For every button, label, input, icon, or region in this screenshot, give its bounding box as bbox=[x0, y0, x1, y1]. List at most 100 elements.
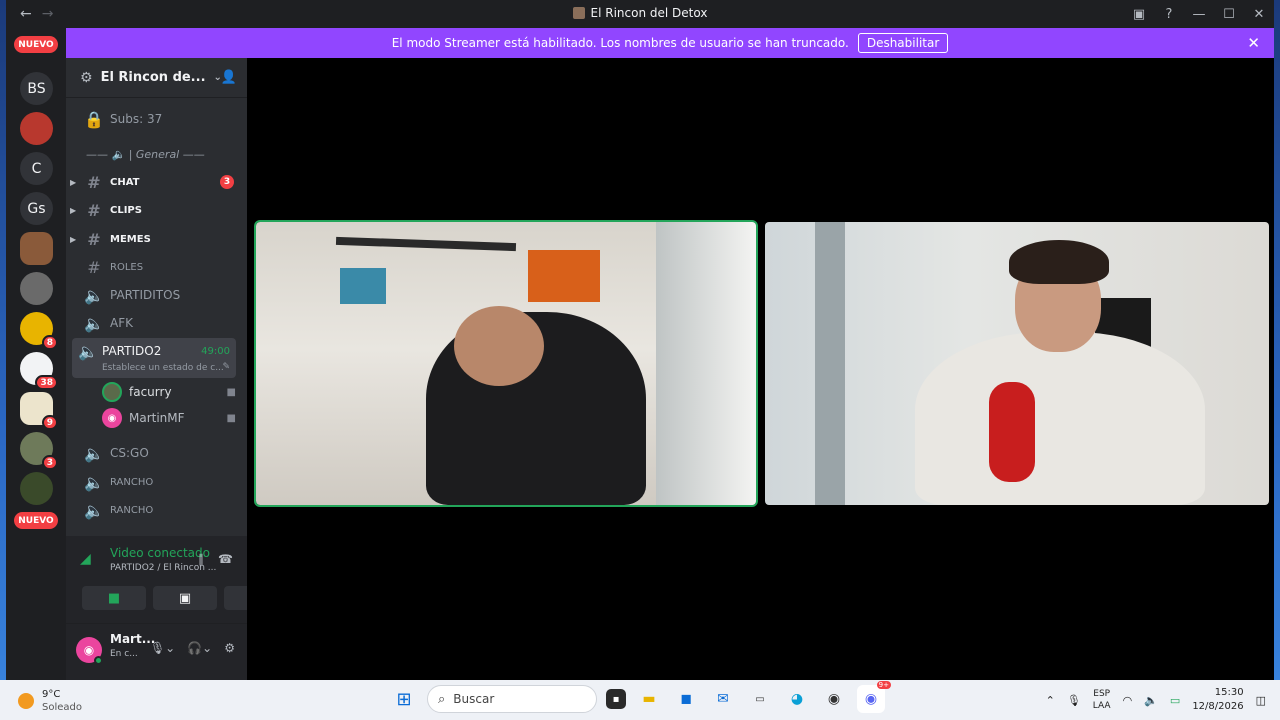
server-icon bbox=[572, 7, 585, 19]
hash-icon: # bbox=[87, 200, 101, 220]
server-list: NUEVO BS C Gs 8 38 9 3 NUEVO bbox=[6, 28, 66, 680]
headphones-icon[interactable]: 🎧⌄ bbox=[187, 641, 212, 655]
close-button[interactable]: ✕ bbox=[1244, 7, 1274, 22]
volume-icon[interactable]: 🔈 bbox=[1144, 694, 1158, 707]
help-icon[interactable]: ? bbox=[1154, 7, 1184, 22]
channel-rancho-2[interactable]: 🔈 RANCHO bbox=[76, 497, 246, 523]
category-general[interactable]: —— 🔈 | General —— bbox=[86, 148, 205, 161]
store-icon[interactable]: ◼ bbox=[672, 685, 700, 713]
screen-share-button[interactable]: ▣ bbox=[153, 586, 217, 610]
guild-label: C bbox=[31, 160, 42, 177]
new-badge: NUEVO bbox=[14, 512, 58, 529]
channel-roles[interactable]: # ROLES bbox=[76, 254, 246, 280]
channel-label: ROLES bbox=[110, 261, 144, 273]
channel-subs[interactable]: 🔒 Subs: 37 bbox=[76, 106, 246, 132]
channel-afk[interactable]: 🔈 AFK bbox=[76, 310, 246, 336]
caret-icon: ▶ bbox=[70, 177, 77, 187]
guild-icon-red[interactable] bbox=[20, 112, 53, 145]
channel-chat[interactable]: ▶ # CHAT 3 bbox=[70, 169, 246, 195]
microphone-icon[interactable]: 🎙⌄ bbox=[150, 641, 175, 655]
channel-csgo[interactable]: 🔈 CS:GO bbox=[76, 440, 246, 466]
guild-icon-company[interactable]: 9 bbox=[20, 392, 58, 430]
invite-people-icon[interactable]: 👤 bbox=[221, 70, 237, 85]
channel-label: PARTIDO2 bbox=[102, 344, 162, 358]
guild-icon-game[interactable] bbox=[20, 232, 53, 265]
avatar: ◉ bbox=[102, 408, 122, 428]
inbox-icon[interactable]: ▣ bbox=[1124, 7, 1154, 22]
caret-icon: ▶ bbox=[70, 234, 77, 244]
caret-icon: ▶ bbox=[70, 205, 77, 215]
voice-member-facurry[interactable]: facurry ■ bbox=[102, 380, 242, 404]
guild-c[interactable]: C bbox=[20, 152, 53, 185]
streamer-mode-banner: El modo Streamer está habilitado. Los no… bbox=[66, 28, 1274, 58]
edge-icon[interactable]: ◕ bbox=[783, 685, 811, 713]
file-explorer-icon[interactable]: ▬ bbox=[635, 685, 663, 713]
weather-widget[interactable]: 9°C Soleado bbox=[18, 688, 82, 714]
battery-icon[interactable]: ▭ bbox=[1170, 694, 1180, 707]
person-shirt bbox=[915, 332, 1205, 505]
settings-gear-icon[interactable]: ⚙ bbox=[224, 641, 235, 655]
microphone-tray-icon[interactable]: 🎙 bbox=[1067, 694, 1081, 707]
language-indicator[interactable]: ESP LAA bbox=[1093, 688, 1111, 712]
server-name: El Rincon de... bbox=[100, 70, 206, 85]
search-placeholder: Buscar bbox=[453, 692, 495, 706]
hash-icon: # bbox=[87, 229, 101, 249]
voice-member-martinmf[interactable]: ◉ MartinMF ■ bbox=[102, 406, 242, 430]
member-name: facurry bbox=[129, 385, 172, 399]
start-button[interactable]: ⊞ bbox=[390, 685, 418, 713]
noise-suppression-icon[interactable]: ∥ bbox=[198, 552, 204, 566]
channel-rancho[interactable]: 🔈 RANCHO bbox=[76, 469, 246, 495]
steam-icon[interactable]: ◉ bbox=[820, 685, 848, 713]
channel-label: RANCHO bbox=[110, 504, 154, 516]
server-header[interactable]: ⚙ El Rincon de... ⌄ 👤 bbox=[66, 58, 247, 98]
speaker-icon: 🔈 bbox=[84, 285, 104, 305]
wifi-icon[interactable]: ◠ bbox=[1123, 694, 1133, 707]
call-timer: 49:00 bbox=[201, 346, 230, 357]
language: ESP bbox=[1093, 689, 1111, 699]
guild-icon-cs[interactable]: 8 bbox=[20, 312, 58, 350]
window-title: El Rincon del Detox bbox=[6, 6, 1274, 20]
disable-streamer-button[interactable]: Deshabilitar bbox=[857, 33, 949, 53]
camera-button[interactable]: ■ bbox=[82, 586, 146, 610]
guild-icon-group[interactable]: 3 bbox=[20, 432, 58, 470]
channel-memes[interactable]: ▶ # MEMES bbox=[70, 226, 246, 252]
window-title-text: El Rincon del Detox bbox=[590, 6, 708, 20]
member-name: MartinMF bbox=[129, 411, 185, 425]
notifications-icon[interactable]: ◫ bbox=[1256, 694, 1266, 707]
banner-text: El modo Streamer está habilitado. Los no… bbox=[391, 36, 849, 50]
katana-decoration bbox=[335, 236, 517, 252]
channel-clips[interactable]: ▶ # CLIPS bbox=[70, 197, 246, 223]
channel-label: AFK bbox=[110, 316, 133, 330]
channel-status[interactable]: Establece un estado de c... bbox=[102, 363, 224, 373]
active-voice-channel[interactable]: 🔈 PARTIDO2 49:00 Establece un estado de … bbox=[72, 338, 236, 378]
close-banner-icon[interactable]: ✕ bbox=[1247, 34, 1260, 52]
outlook-icon[interactable]: ✉ bbox=[709, 685, 737, 713]
discord-icon[interactable]: ◉ 9+ bbox=[857, 681, 891, 713]
guild-icon-hat[interactable]: 38 bbox=[20, 352, 58, 390]
pencil-icon[interactable]: ✎ bbox=[222, 362, 230, 372]
taskbar-search[interactable]: ⌕ Buscar bbox=[427, 685, 597, 713]
disconnect-icon[interactable]: ☎ bbox=[218, 552, 233, 566]
amazon-icon[interactable]: ▭ bbox=[746, 685, 774, 713]
guild-icon-person[interactable] bbox=[20, 272, 53, 305]
video-tile-martinmf[interactable] bbox=[765, 222, 1269, 505]
hash-icon: # bbox=[87, 172, 101, 192]
guild-gs[interactable]: Gs bbox=[20, 192, 53, 225]
channel-partiditos[interactable]: 🔈 PARTIDITOS bbox=[76, 282, 246, 308]
video-tile-facurry[interactable] bbox=[254, 220, 758, 507]
online-status-dot bbox=[94, 656, 103, 665]
channel-label: CS:GO bbox=[110, 446, 149, 460]
chevron-up-icon[interactable]: ⌃ bbox=[1046, 694, 1055, 707]
minimize-button[interactable]: — bbox=[1184, 7, 1214, 22]
sun-icon bbox=[18, 693, 34, 709]
discord-window: ← → El Rincon del Detox ▣ ? — ☐ ✕ NUEVO … bbox=[6, 0, 1274, 680]
task-view-icon[interactable]: ▪ bbox=[606, 689, 626, 709]
guild-bs[interactable]: BS bbox=[20, 72, 53, 105]
date: 12/8/2026 bbox=[1192, 701, 1244, 712]
username[interactable]: Mart... bbox=[110, 632, 155, 646]
maximize-button[interactable]: ☐ bbox=[1214, 7, 1244, 22]
signal-icon[interactable]: ◢ bbox=[80, 551, 91, 567]
window-light bbox=[656, 222, 756, 505]
guild-icon-plant[interactable] bbox=[20, 472, 53, 505]
clock[interactable]: 15:30 12/8/2026 bbox=[1192, 686, 1243, 714]
